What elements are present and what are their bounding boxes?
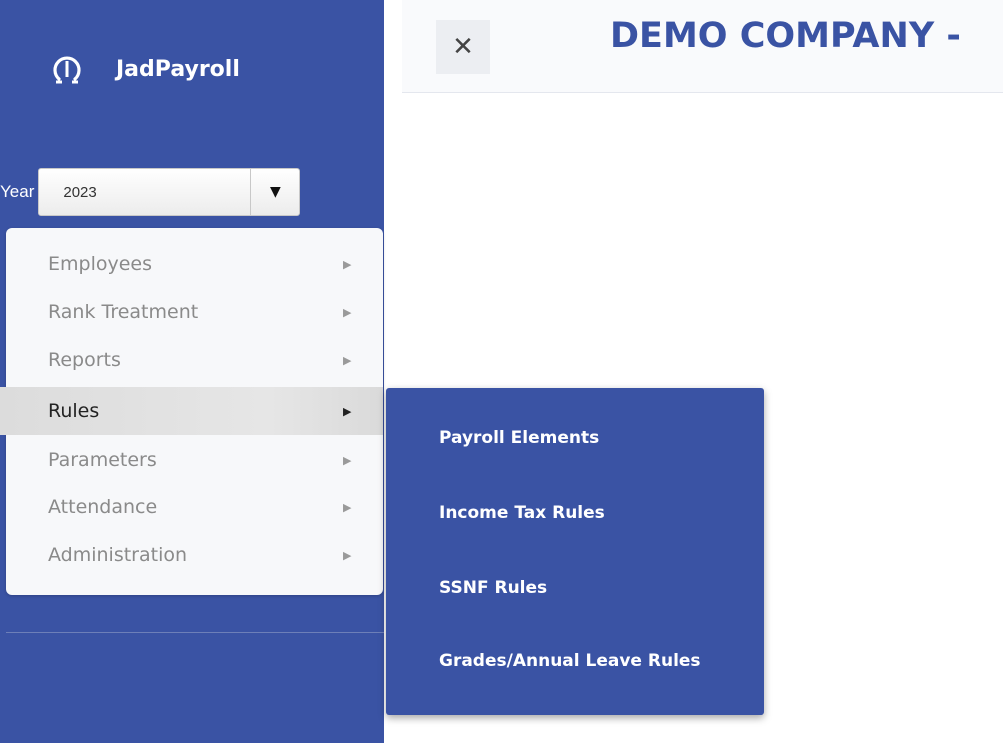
menu-item-rules[interactable]: Rules ▶ bbox=[0, 387, 383, 435]
caret-right-icon: ▶ bbox=[343, 353, 352, 367]
year-value: 2023 bbox=[63, 183, 97, 201]
submenu-item-grades-annual-leave-rules[interactable]: Grades/Annual Leave Rules bbox=[439, 651, 701, 671]
caret-right-icon: ▶ bbox=[343, 257, 352, 271]
submenu-item-income-tax-rules[interactable]: Income Tax Rules bbox=[439, 503, 605, 523]
menu-item-label: Rules bbox=[48, 400, 100, 422]
main-menu: Employees ▶ Rank Treatment ▶ Reports ▶ R… bbox=[0, 228, 383, 595]
menu-item-rank-treatment[interactable]: Rank Treatment ▶ bbox=[6, 288, 383, 336]
menu-item-parameters[interactable]: Parameters ▶ bbox=[6, 436, 383, 484]
page-title: DEMO COMPANY - bbox=[610, 16, 961, 56]
logo[interactable]: JadPayroll bbox=[50, 52, 240, 86]
caret-right-icon: ▶ bbox=[343, 500, 352, 514]
caret-right-icon: ▶ bbox=[343, 453, 352, 467]
year-label: Year bbox=[0, 182, 35, 201]
menu-item-reports[interactable]: Reports ▶ bbox=[6, 336, 383, 384]
caret-down-icon[interactable]: ▼ bbox=[250, 169, 299, 215]
menu-item-label: Rank Treatment bbox=[48, 301, 199, 323]
submenu-item-ssnf-rules[interactable]: SSNF Rules bbox=[439, 578, 547, 598]
menu-item-administration[interactable]: Administration ▶ bbox=[6, 531, 383, 579]
submenu-item-payroll-elements[interactable]: Payroll Elements bbox=[439, 428, 599, 448]
year-selector: Year 2023 ▼ bbox=[0, 168, 301, 216]
close-icon[interactable]: ✕ bbox=[436, 20, 490, 74]
menu-item-label: Attendance bbox=[48, 496, 158, 518]
menu-item-employees[interactable]: Employees ▶ bbox=[6, 240, 383, 288]
app-name: JadPayroll bbox=[116, 56, 240, 82]
sidebar-divider bbox=[6, 632, 384, 633]
caret-right-icon: ▶ bbox=[343, 548, 352, 562]
menu-item-label: Parameters bbox=[48, 449, 157, 471]
menu-item-label: Reports bbox=[48, 349, 121, 371]
year-dropdown[interactable]: 2023 ▼ bbox=[38, 168, 301, 216]
menu-item-label: Administration bbox=[48, 544, 188, 566]
menu-item-label: Employees bbox=[48, 253, 152, 275]
caret-right-icon: ▶ bbox=[343, 404, 352, 418]
menu-item-attendance[interactable]: Attendance ▶ bbox=[6, 483, 383, 531]
caret-right-icon: ▶ bbox=[343, 305, 352, 319]
gauge-icon bbox=[53, 56, 81, 84]
rules-submenu: Payroll Elements Income Tax Rules SSNF R… bbox=[386, 388, 764, 715]
